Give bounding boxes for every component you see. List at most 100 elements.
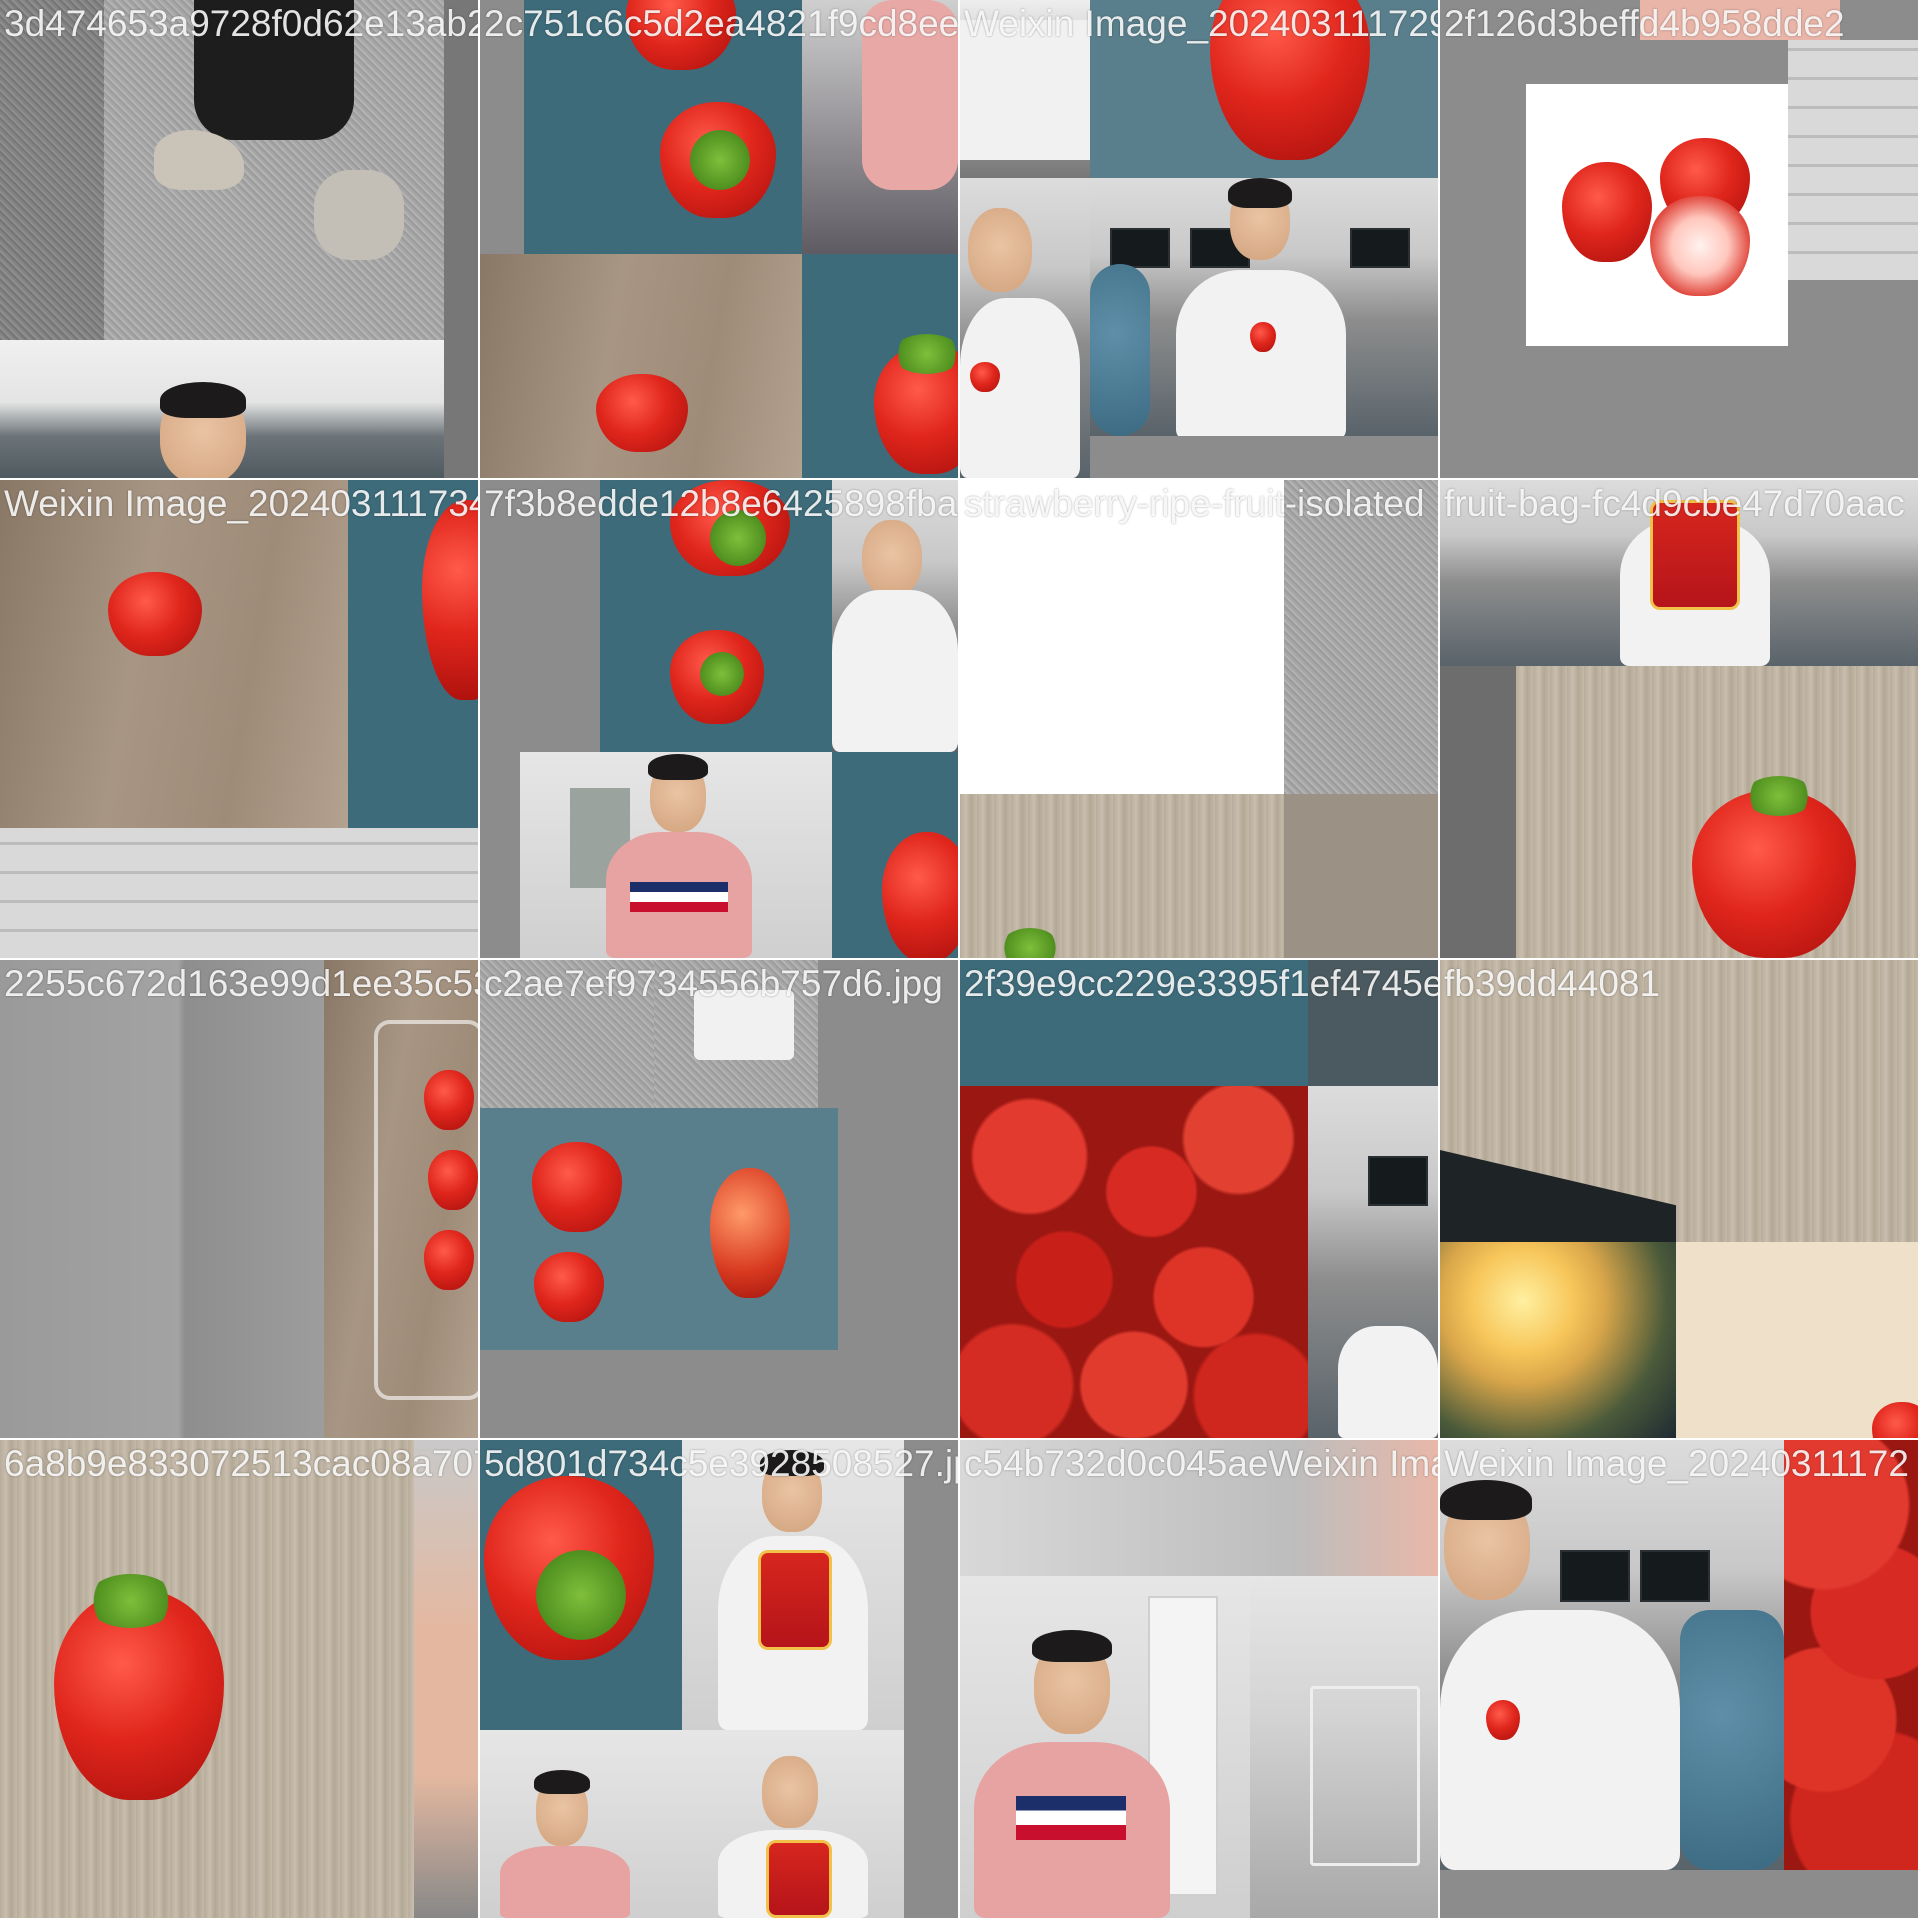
- photo-man-face: [0, 340, 444, 478]
- photo-office-hallway: [1250, 1576, 1438, 1918]
- gray-padding: [1440, 1870, 1918, 1918]
- face: [968, 208, 1032, 292]
- strawberry: [422, 500, 478, 700]
- strawberry-leaves: [690, 130, 750, 190]
- photo-office-top: [1308, 960, 1438, 1086]
- monitor: [1640, 1550, 1710, 1602]
- mosaic-tile: 2f126d3beffd4b958dde2: [1440, 0, 1918, 478]
- photo-strawberry-teal: [802, 254, 958, 478]
- chips-bag: [1650, 500, 1740, 610]
- image-mosaic-grid: 3d474653a9728f0d62e13ab2ce51f3305.jpg 2c…: [0, 0, 1920, 1920]
- photo-blurry-light: [1440, 1242, 1676, 1438]
- strawberry: [108, 572, 202, 656]
- hair: [1440, 1480, 1532, 1520]
- photo-man-tshirt: [832, 480, 958, 752]
- photo-brick-wall: [1788, 40, 1918, 280]
- sweater-stripes: [630, 882, 728, 912]
- photo-beige-surface: [1676, 1242, 1918, 1438]
- mosaic-tile: Weixin Image_20240311172: [1440, 1440, 1918, 1918]
- strawberry: [596, 374, 688, 452]
- photo-white-background: [960, 480, 1284, 794]
- photo-desk-edge: [1284, 794, 1438, 958]
- photo-pile-of-strawberries: [960, 1086, 1308, 1438]
- strawberry: [1562, 162, 1652, 262]
- strawberry-leaves: [892, 334, 958, 374]
- strawberry-leaves: [710, 510, 766, 566]
- photo-man-pink-sweater: [960, 1576, 1250, 1918]
- white-tshirt: [832, 590, 958, 752]
- strawberry-leaves: [536, 1550, 626, 1640]
- photo-white-desk: [654, 960, 818, 1108]
- photo-wood-grain: [1676, 960, 1918, 1242]
- photo-strawberries-teal: [600, 480, 832, 752]
- strawberry: [1872, 1402, 1918, 1438]
- face: [862, 520, 922, 596]
- white-desk: [694, 990, 794, 1060]
- photo-door-edge: [1440, 666, 1516, 958]
- photo-carpet: [1284, 480, 1438, 794]
- mosaic-tile: c54b732d0c045aeWeixin Image.jpg: [960, 1440, 1438, 1918]
- photo-man-pink-sweater: [480, 1730, 682, 1918]
- sweater-stripes: [1016, 1796, 1126, 1840]
- photo-pile-of-strawberries: [1784, 1440, 1918, 1870]
- mosaic-tile: c2ae7ef9734556b757d6.jpg: [480, 960, 958, 1438]
- strawberry-leaves: [700, 652, 744, 696]
- white-tshirt: [960, 20, 1090, 160]
- photo-sweater-crop: [960, 1440, 1438, 1576]
- teal-padding: [960, 960, 1308, 1086]
- photo-strawberry-teal-crop: [832, 752, 958, 958]
- strawberry: [424, 1230, 474, 1290]
- mosaic-tile: fruit-bag-fc4d9cbe47d70aac: [1440, 480, 1918, 958]
- photo-hand-holding: [802, 0, 958, 254]
- strawberry: [1250, 322, 1276, 352]
- blue-chair: [1680, 1610, 1784, 1870]
- photo-large-strawberry: [1090, 0, 1438, 178]
- mosaic-tile: fb39dd44081: [1440, 960, 1918, 1438]
- strawberry-half: [1650, 196, 1750, 296]
- white-tshirt: [1338, 1326, 1438, 1438]
- photo-brick-wall: [0, 828, 478, 958]
- hair: [1228, 178, 1292, 208]
- photo-strawberry-teal-crop: [348, 480, 478, 828]
- strawberry: [534, 1252, 604, 1322]
- desk-shadow: [1440, 1150, 1676, 1242]
- photo-desk-corner: [1440, 960, 1676, 1242]
- mosaic-tile: 2255c672d163e99d1ee35c5340c2ba55.jpg: [0, 960, 478, 1438]
- strawberry: [710, 1168, 790, 1298]
- photo-strawberry-on-desk: [0, 480, 348, 828]
- sneaker: [314, 170, 404, 260]
- photo-strawberries-teal: [524, 0, 802, 254]
- photo-wood-grain: [960, 794, 1284, 958]
- strawberry: [428, 1150, 478, 1210]
- mosaic-tile: Weixin Image_20240311172937.png: [960, 0, 1438, 478]
- photo-strawberry-teal: [480, 1440, 682, 1730]
- photo-tshirt-crop: [960, 0, 1090, 178]
- blue-chair: [1090, 264, 1150, 436]
- exercise-bike: [1310, 1686, 1420, 1866]
- photo-man-holding-strawberry: [1440, 1440, 1784, 1870]
- photo-strawberry-on-table: [480, 254, 802, 478]
- strawberry: [970, 362, 1000, 392]
- mosaic-tile: 7f3b8edde12b8e6425898fba2e932.jpg: [480, 480, 958, 958]
- photo-man-holding-strawberry: [1090, 178, 1438, 436]
- mosaic-tile: strawberry-ripe-fruit-isolated: [960, 480, 1438, 958]
- mosaic-tile: 2c751c6c5d2ea4821f9cd8ee0fce.jpg: [480, 0, 958, 478]
- face: [762, 1756, 818, 1828]
- edge-strip: [444, 0, 478, 478]
- mosaic-tile: 5d801d734c5e3928508527.jpg: [480, 1440, 958, 1918]
- photo-strawberry-container: [324, 960, 478, 1438]
- hand-crop: [1640, 0, 1840, 40]
- strawberry-leaves: [86, 1574, 176, 1628]
- mosaic-tile: Weixin Image_20240311173407.jpg: [0, 480, 478, 958]
- strawberry: [626, 0, 736, 70]
- hair: [648, 754, 708, 780]
- photo-strawberry-on-wood: [1516, 666, 1918, 958]
- photo-three-strawberries: [480, 1108, 838, 1350]
- photo-man-holding-chips: [1440, 480, 1918, 666]
- pink-sweater: [500, 1846, 630, 1918]
- mosaic-tile: 3d474653a9728f0d62e13ab2ce51f3305.jpg: [0, 0, 478, 478]
- photo-shoes-carpet: [480, 960, 654, 1108]
- black-pants: [194, 0, 354, 140]
- hair: [534, 1770, 590, 1794]
- photo-hand-crop: [414, 1440, 478, 1918]
